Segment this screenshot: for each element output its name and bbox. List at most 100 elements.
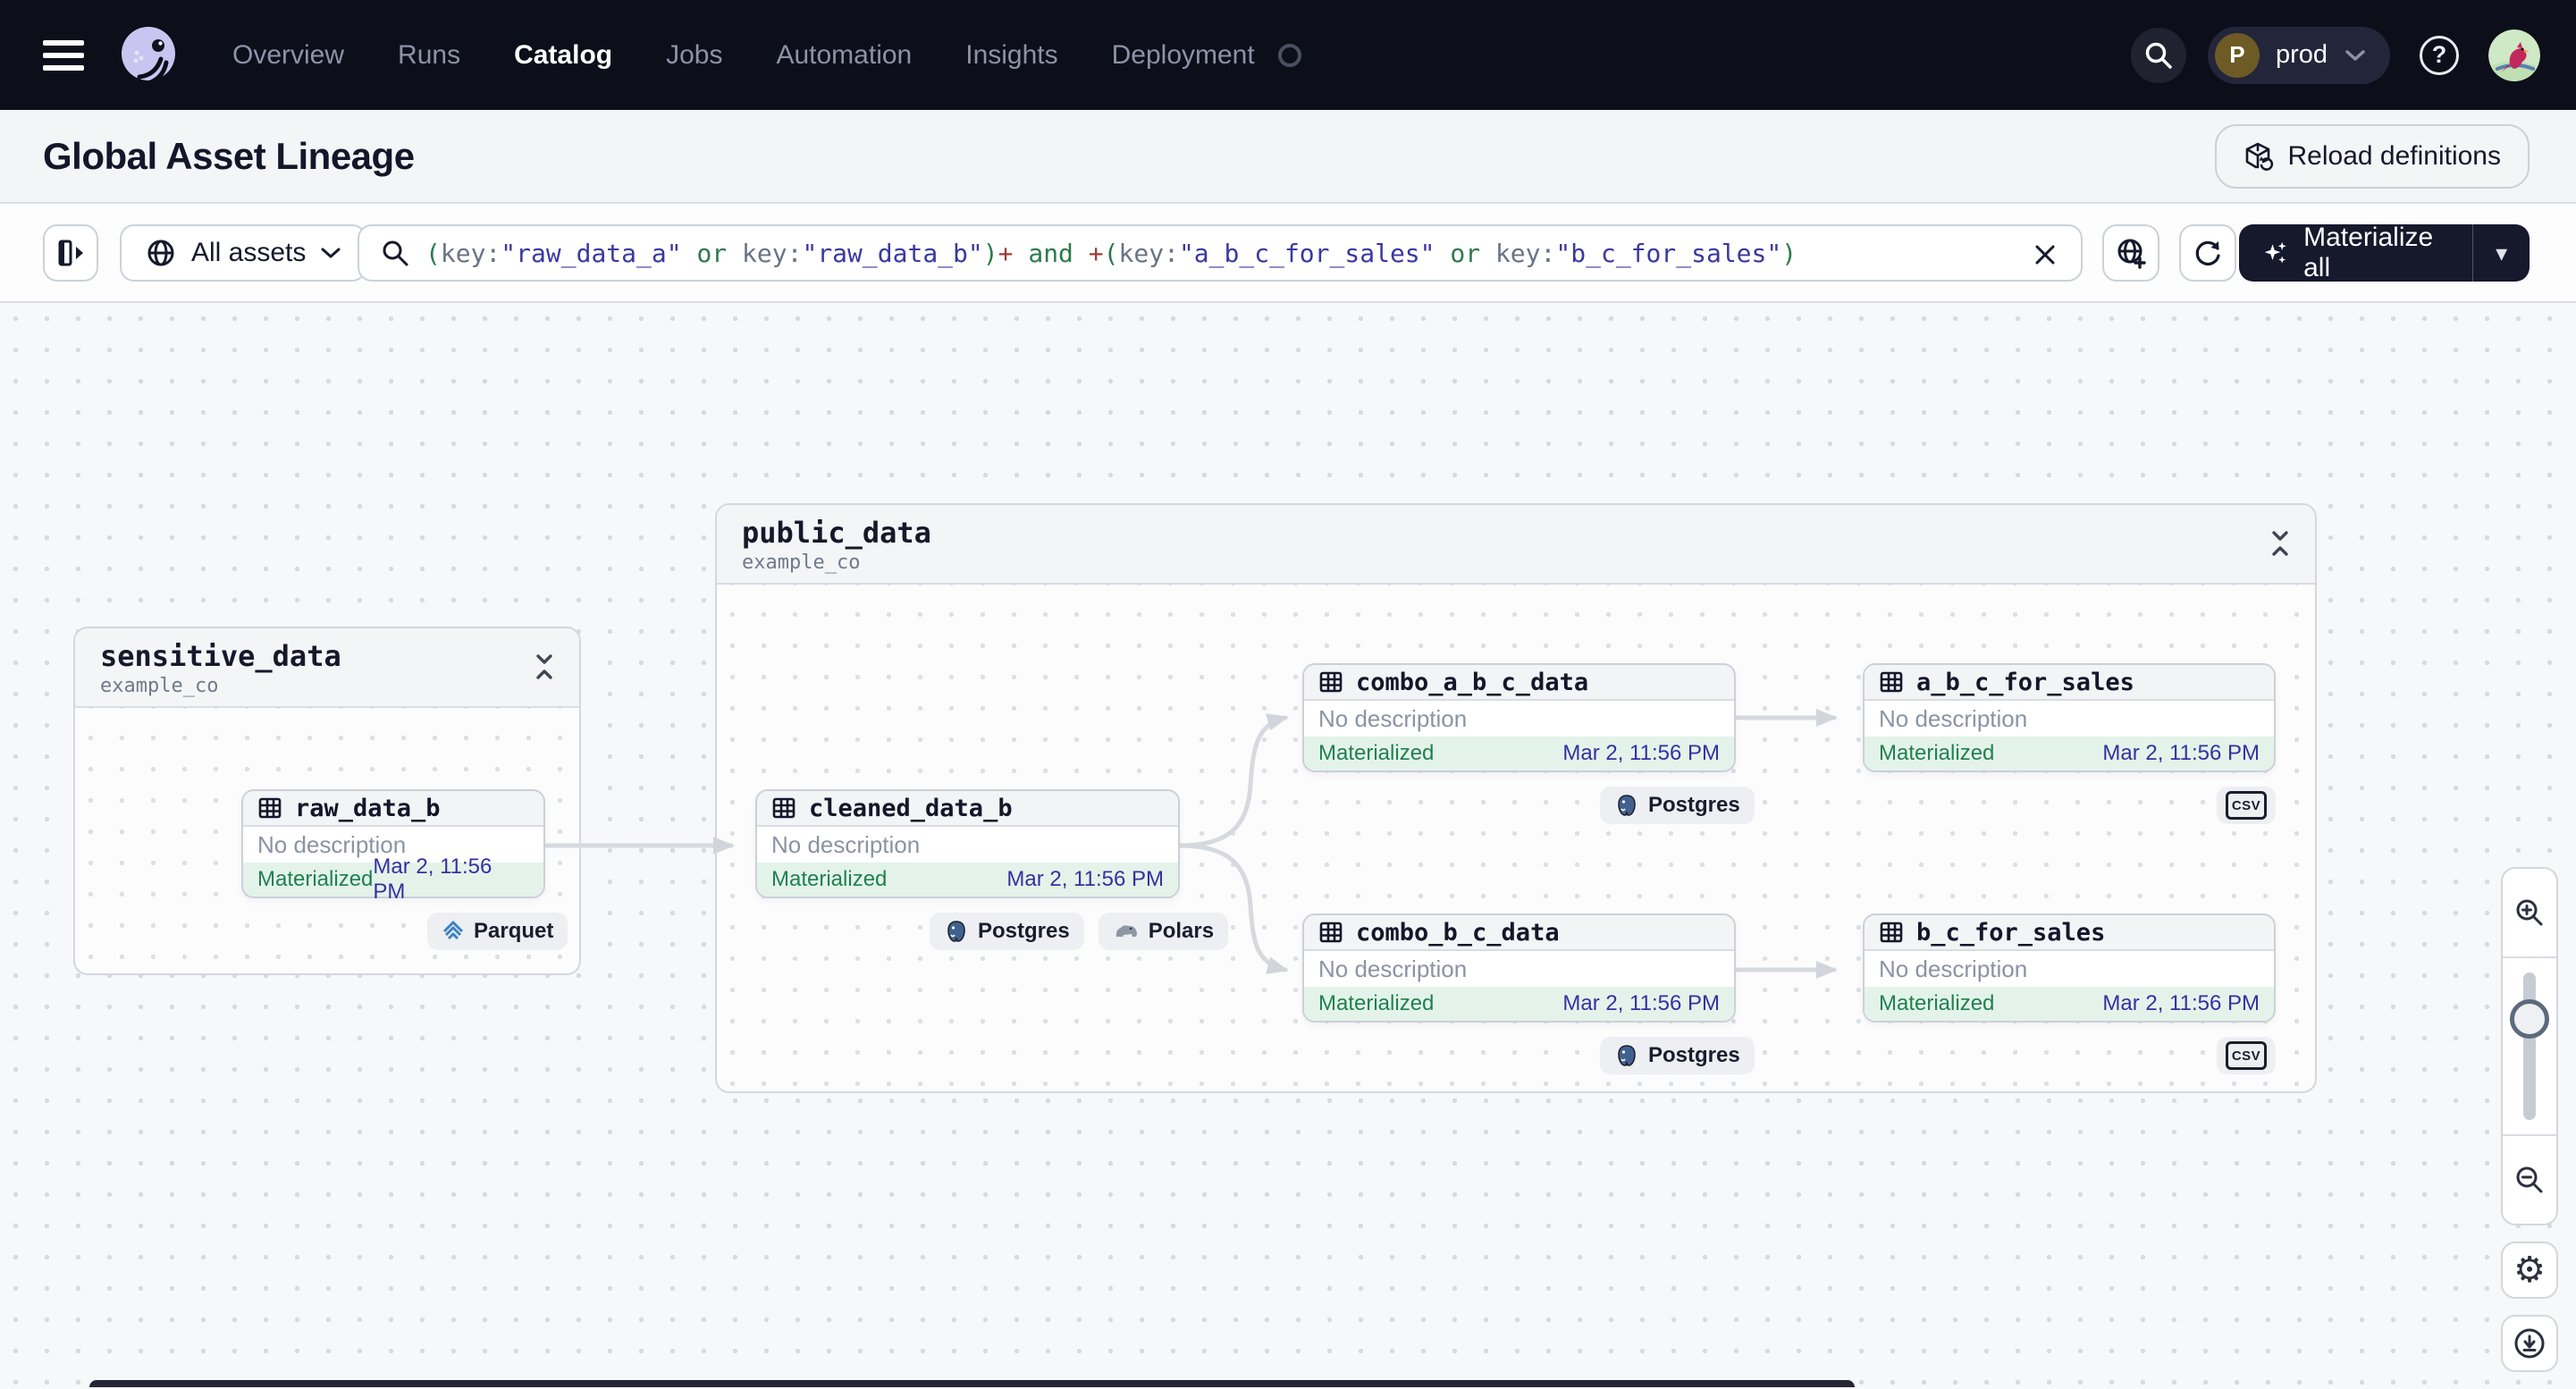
asset-description: No description bbox=[1318, 704, 1468, 732]
status-badge: Materialized bbox=[1318, 741, 1435, 765]
refresh-button[interactable] bbox=[2179, 224, 2236, 282]
environment-switcher[interactable]: P prod bbox=[2207, 26, 2390, 84]
table-icon bbox=[1319, 922, 1343, 943]
reload-definitions-icon bbox=[2245, 142, 2273, 171]
globe-icon bbox=[147, 240, 174, 266]
clear-query-icon[interactable] bbox=[2029, 239, 2061, 271]
graph-settings-button[interactable]: ⚙ bbox=[2501, 1242, 2558, 1299]
page-title: Global Asset Lineage bbox=[43, 134, 415, 177]
bottom-panel-edge bbox=[89, 1380, 1855, 1387]
materialization-timestamp[interactable]: Mar 2, 11:56 PM bbox=[2102, 741, 2260, 766]
materialization-timestamp[interactable]: Mar 2, 11:56 PM bbox=[2102, 991, 2260, 1016]
nav-right: P prod ? bbox=[2130, 0, 2540, 110]
asset-kind-badges: Postgres bbox=[1600, 1037, 1755, 1074]
zoom-slider[interactable] bbox=[2503, 956, 2556, 1136]
nav-item-jobs[interactable]: Jobs bbox=[666, 40, 722, 71]
materialization-timestamp[interactable]: Mar 2, 11:56 PM bbox=[1006, 867, 1164, 892]
materialize-options-caret[interactable]: ▾ bbox=[2473, 224, 2530, 282]
zoom-in-button[interactable] bbox=[2503, 869, 2556, 956]
kind-badge-label: Postgres bbox=[1648, 793, 1740, 817]
search-icon bbox=[383, 240, 408, 266]
group-subtitle: example_co bbox=[100, 675, 219, 697]
deployment-status-spinner-icon bbox=[1277, 43, 1301, 67]
zoom-slider-track[interactable] bbox=[2523, 972, 2536, 1120]
asset-description: No description bbox=[771, 830, 921, 858]
asset-kind-badges: Parquet bbox=[427, 913, 568, 950]
zoom-out-button[interactable] bbox=[2503, 1136, 2556, 1224]
polars-icon bbox=[1115, 925, 1137, 937]
sparkles-icon bbox=[2264, 241, 2286, 264]
asset-node-combo-a-b-c-data[interactable]: combo_a_b_c_data No description Material… bbox=[1302, 663, 1736, 772]
dagster-logo-icon[interactable] bbox=[114, 21, 182, 89]
search-button[interactable] bbox=[2130, 27, 2186, 83]
asset-name: combo_b_c_data bbox=[1356, 918, 1560, 947]
kind-badge-csv[interactable]: CSV bbox=[2217, 787, 2276, 824]
search-icon bbox=[2145, 42, 2172, 69]
asset-node-cleaned-data-b[interactable]: cleaned_data_b No description Materializ… bbox=[755, 789, 1180, 898]
collapse-group-icon[interactable] bbox=[2269, 528, 2292, 559]
asset-node-b-c-for-sales[interactable]: b_c_for_sales No description Materialize… bbox=[1863, 913, 2276, 1023]
asset-node-a-b-c-for-sales[interactable]: a_b_c_for_sales No description Materiali… bbox=[1863, 663, 2276, 772]
asset-scope-dropdown[interactable]: All assets bbox=[120, 224, 367, 282]
nav-item-insights[interactable]: Insights bbox=[965, 40, 1057, 71]
group-header-public-data[interactable]: public_data example_co bbox=[717, 505, 2315, 585]
chevron-down-icon bbox=[321, 248, 341, 258]
table-icon bbox=[772, 797, 796, 819]
download-graph-button[interactable] bbox=[2501, 1315, 2558, 1372]
asset-node-raw-data-b[interactable]: raw_data_b No description Materialized M… bbox=[241, 789, 545, 904]
materialization-timestamp[interactable]: Mar 2, 11:56 PM bbox=[1562, 741, 1720, 766]
postgres-icon bbox=[1618, 1045, 1636, 1066]
asset-status-row: Materialized Mar 2, 11:56 PM bbox=[1865, 987, 2274, 1021]
nav-item-runs[interactable]: Runs bbox=[398, 40, 460, 71]
asset-kind-badges: Postgres bbox=[1600, 787, 1755, 824]
kind-badge-label: Postgres bbox=[1648, 1043, 1740, 1067]
nav-item-overview[interactable]: Overview bbox=[232, 40, 344, 71]
gear-icon: ⚙ bbox=[2513, 1250, 2546, 1290]
title-bar: Global Asset Lineage Reload definitions bbox=[0, 110, 2576, 204]
asset-kind-badges: Postgres Polars bbox=[930, 913, 1229, 950]
materialization-timestamp[interactable]: Mar 2, 11:56 PM bbox=[373, 854, 529, 905]
kind-badge-polars[interactable]: Polars bbox=[1098, 913, 1229, 950]
asset-description: No description bbox=[1879, 955, 2028, 982]
reload-definitions-button[interactable]: Reload definitions bbox=[2214, 123, 2530, 189]
kind-badge-parquet[interactable]: Parquet bbox=[427, 913, 568, 950]
user-avatar[interactable] bbox=[2488, 29, 2540, 81]
zoom-slider-knob[interactable] bbox=[2510, 999, 2549, 1039]
asset-status-row: Materialized Mar 2, 11:56 PM bbox=[1304, 737, 1734, 770]
nav-item-deployment[interactable]: Deployment bbox=[1112, 40, 1255, 71]
refresh-icon bbox=[2195, 240, 2220, 265]
zoom-out-icon bbox=[2516, 1166, 2543, 1193]
asset-description: No description bbox=[1879, 704, 2028, 732]
download-icon bbox=[2514, 1328, 2545, 1359]
zoom-in-icon bbox=[2516, 899, 2543, 926]
asset-node-combo-b-c-data[interactable]: combo_b_c_data No description Materializ… bbox=[1302, 913, 1736, 1023]
help-button[interactable]: ? bbox=[2412, 28, 2467, 83]
nav-items: Overview Runs Catalog Jobs Automation In… bbox=[232, 40, 1301, 71]
open-sidebar-button[interactable] bbox=[43, 224, 98, 282]
kind-badge-postgres[interactable]: Postgres bbox=[1600, 1037, 1755, 1074]
asset-name: b_c_for_sales bbox=[1916, 918, 2106, 947]
collapse-group-icon[interactable] bbox=[533, 652, 556, 682]
group-header-sensitive-data[interactable]: sensitive_data example_co bbox=[75, 628, 579, 708]
globe-plus-icon bbox=[2117, 239, 2146, 269]
view-scope-button[interactable] bbox=[2102, 224, 2159, 282]
cardinal-bird-avatar-icon bbox=[2488, 29, 2540, 81]
asset-selection-input[interactable]: (key:"raw_data_a" or key:"raw_data_b")+ … bbox=[358, 224, 2083, 282]
materialize-all-button[interactable]: Materialize all ▾ bbox=[2239, 223, 2530, 282]
asset-name: raw_data_b bbox=[295, 794, 441, 822]
nav-item-catalog[interactable]: Catalog bbox=[514, 40, 612, 71]
kind-badge-csv[interactable]: CSV bbox=[2217, 1037, 2276, 1074]
nav-item-automation[interactable]: Automation bbox=[776, 40, 912, 71]
asset-lineage-graph[interactable]: sensitive_data example_co public_data ex… bbox=[0, 303, 2576, 1387]
materialization-timestamp[interactable]: Mar 2, 11:56 PM bbox=[1562, 991, 1720, 1016]
parquet-icon bbox=[442, 921, 464, 940]
kind-badge-postgres[interactable]: Postgres bbox=[1600, 787, 1755, 824]
kind-badge-postgres[interactable]: Postgres bbox=[930, 913, 1084, 950]
panel-expand-icon bbox=[58, 240, 83, 266]
csv-icon: CSV bbox=[2226, 791, 2267, 820]
status-badge: Materialized bbox=[1879, 991, 1995, 1015]
asset-status-row: Materialized Mar 2, 11:56 PM bbox=[1304, 987, 1734, 1021]
hamburger-menu-icon[interactable] bbox=[43, 39, 84, 71]
postgres-icon bbox=[1618, 795, 1636, 816]
table-icon bbox=[258, 797, 282, 819]
